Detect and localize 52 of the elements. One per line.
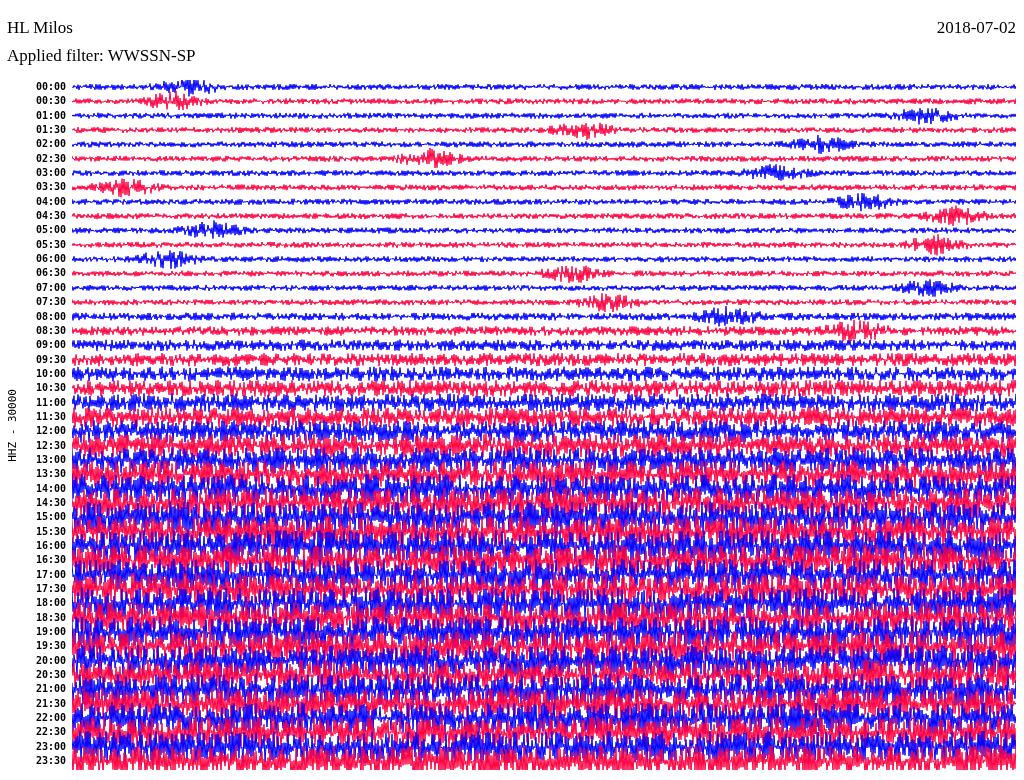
- time-label: 16:30: [35, 553, 66, 568]
- time-label: 13:30: [35, 467, 66, 482]
- time-label: 18:00: [35, 596, 66, 611]
- time-label: 02:30: [35, 151, 66, 166]
- time-label: 10:00: [35, 366, 66, 381]
- time-label: 08:00: [35, 309, 66, 324]
- time-label: 21:00: [35, 682, 66, 697]
- time-label: 04:30: [35, 209, 66, 224]
- time-label: 22:30: [35, 725, 66, 740]
- time-label: 06:30: [35, 266, 66, 281]
- time-label: 08:30: [35, 323, 66, 338]
- time-label: 07:00: [35, 280, 66, 295]
- time-label: 19:00: [35, 625, 66, 640]
- time-label: 01:00: [35, 108, 66, 123]
- time-label: 21:30: [35, 696, 66, 711]
- time-label: 03:30: [35, 180, 66, 195]
- time-label: 19:30: [35, 639, 66, 654]
- time-label: 05:30: [35, 237, 66, 252]
- filter-label: Applied filter: WWSSN-SP: [7, 46, 196, 66]
- time-label: 11:30: [35, 409, 66, 424]
- time-label: 04:00: [35, 194, 66, 209]
- time-label: 10:30: [35, 381, 66, 396]
- time-label: 17:30: [35, 582, 66, 597]
- time-label: 06:00: [35, 252, 66, 267]
- time-label: 14:30: [35, 495, 66, 510]
- time-label: 00:00: [35, 80, 66, 94]
- time-label: 12:00: [35, 424, 66, 439]
- time-label: 09:00: [35, 338, 66, 353]
- time-label: 17:00: [35, 567, 66, 582]
- time-label: 22:00: [35, 711, 66, 726]
- time-label: 15:30: [35, 524, 66, 539]
- time-label: 14:00: [35, 481, 66, 496]
- time-label: 00:30: [35, 94, 66, 109]
- time-label: 07:30: [35, 295, 66, 310]
- time-label: 16:00: [35, 539, 66, 553]
- time-label: 18:30: [35, 610, 66, 625]
- date-label: 2018-07-02: [936, 18, 1016, 38]
- time-label: 09:30: [35, 352, 66, 367]
- time-label: 20:00: [35, 653, 66, 668]
- time-label: 20:30: [35, 668, 66, 683]
- time-label: 05:00: [35, 223, 66, 238]
- time-label: 01:30: [35, 123, 66, 138]
- channel-label: HHZ - 30000: [5, 388, 19, 462]
- time-label: 23:00: [35, 739, 66, 754]
- time-label: 13:00: [35, 452, 66, 467]
- time-label: 15:00: [35, 510, 66, 525]
- station-name: HL Milos: [7, 18, 73, 38]
- time-label: 23:30: [35, 754, 66, 769]
- time-label: 02:00: [35, 137, 66, 152]
- time-label: 12:30: [35, 438, 66, 453]
- time-label: 03:00: [35, 166, 66, 181]
- time-label: 11:00: [35, 395, 66, 410]
